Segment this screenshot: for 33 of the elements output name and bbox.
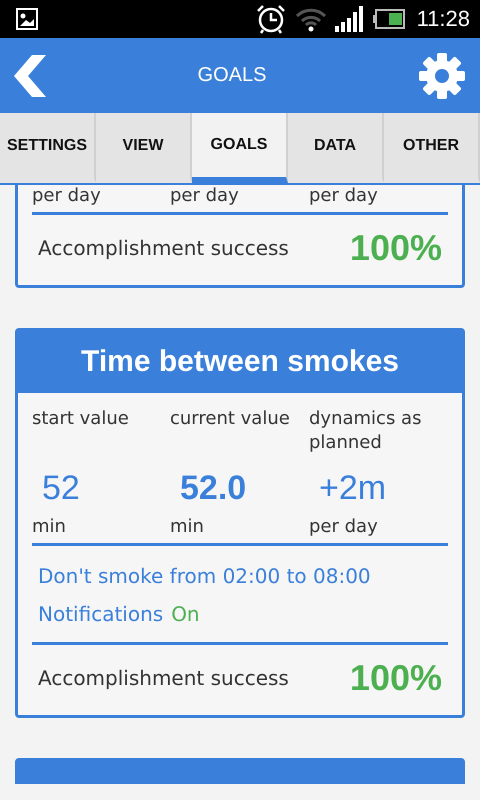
tab[interactable]: VIEW bbox=[96, 113, 192, 183]
unit-label: per day bbox=[32, 185, 102, 208]
success-label: Accomplishment success bbox=[38, 236, 289, 260]
tab[interactable]: OTHER bbox=[384, 113, 480, 183]
goal-value: 52.0 bbox=[179, 468, 248, 508]
tab[interactable]: GOALS bbox=[192, 113, 288, 183]
settings-icon[interactable] bbox=[418, 52, 466, 100]
battery-icon bbox=[372, 9, 405, 29]
unit-label: per day bbox=[309, 185, 379, 208]
unit-label: min bbox=[170, 515, 205, 539]
unit-label: per day bbox=[170, 185, 240, 208]
unit-label: min bbox=[32, 515, 67, 539]
signal-icon bbox=[334, 6, 365, 32]
column-label: dynamics as planned bbox=[309, 407, 422, 455]
schedule-link[interactable]: Don't smoke from 02:00 to 08:00 bbox=[32, 546, 448, 588]
tab[interactable]: SETTINGS bbox=[0, 113, 96, 183]
success-value: 100% bbox=[350, 657, 442, 699]
success-value: 100% bbox=[350, 227, 442, 269]
alarm-clock-icon bbox=[254, 3, 287, 35]
goal-value: 52 bbox=[41, 468, 81, 508]
image-icon bbox=[16, 8, 38, 30]
success-label: Accomplishment success bbox=[38, 666, 289, 690]
unit-label: per day bbox=[309, 515, 379, 539]
column-label: start value bbox=[32, 407, 130, 431]
column-label: current value bbox=[170, 407, 291, 431]
screen-title: GOALS bbox=[198, 64, 266, 87]
back-icon[interactable] bbox=[14, 54, 46, 96]
goal-title: Time between smokes bbox=[18, 331, 462, 393]
wifi-icon bbox=[294, 6, 327, 32]
clock-time: 11:28 bbox=[416, 6, 470, 32]
notifications-label: Notifications bbox=[38, 602, 164, 626]
goal-value: +2m bbox=[318, 468, 388, 508]
tab[interactable]: DATA bbox=[288, 113, 384, 183]
